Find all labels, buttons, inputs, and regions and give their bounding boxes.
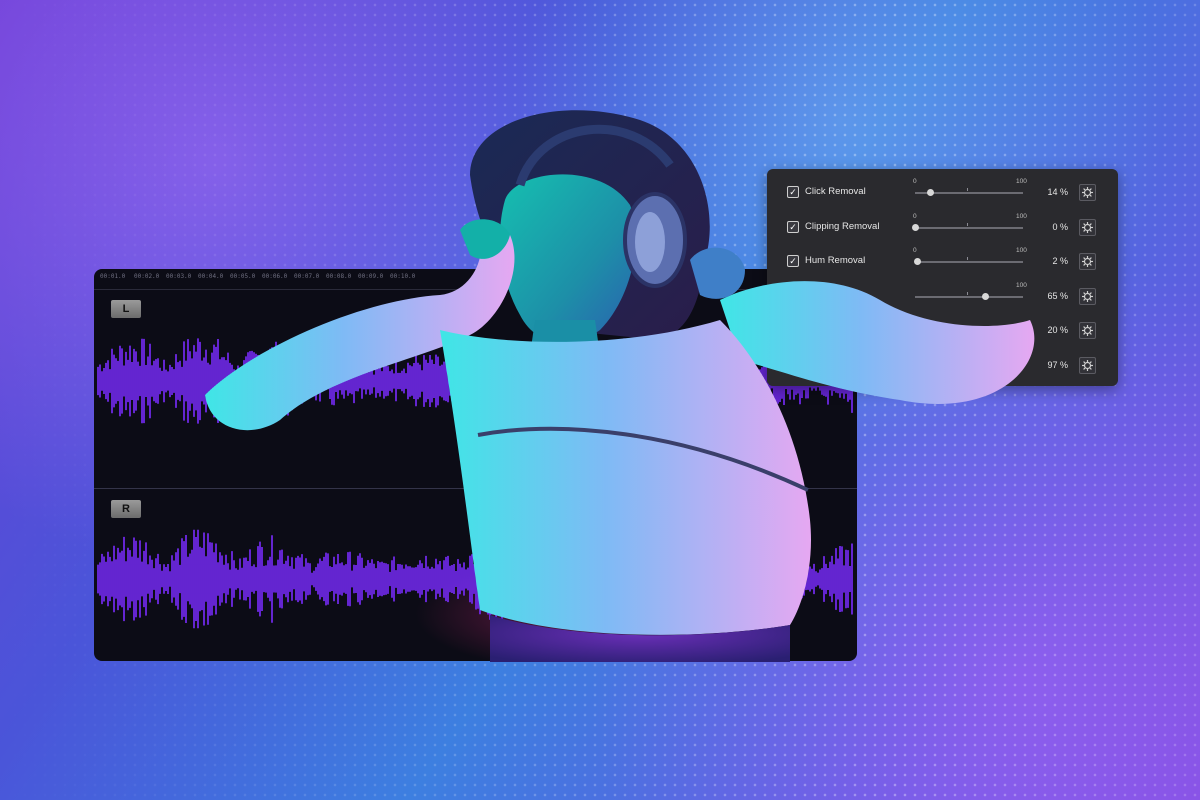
person-with-headphones-photo bbox=[205, 110, 1035, 662]
shirt-torso bbox=[440, 320, 811, 635]
